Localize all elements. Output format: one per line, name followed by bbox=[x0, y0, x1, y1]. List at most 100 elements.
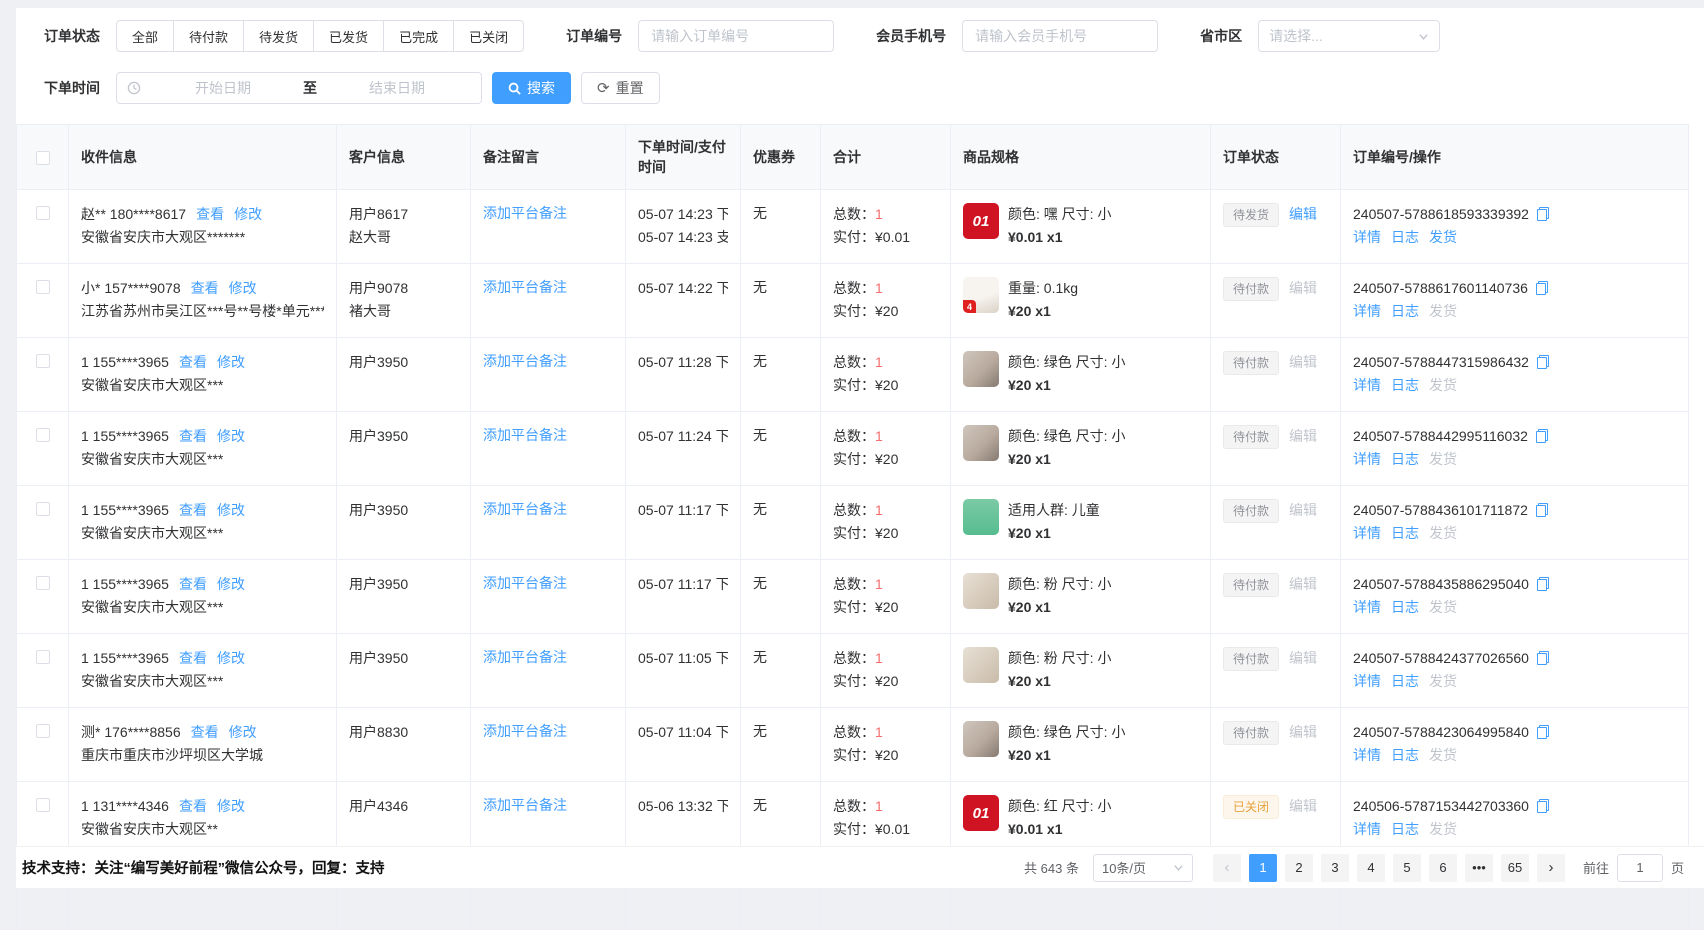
edit-order-link[interactable]: 编辑 bbox=[1289, 798, 1317, 814]
modify-address-link[interactable]: 修改 bbox=[229, 724, 257, 740]
modify-address-link[interactable]: 修改 bbox=[217, 428, 245, 444]
add-platform-note-link[interactable]: 添加平台备注 bbox=[483, 797, 567, 813]
view-address-link[interactable]: 查看 bbox=[179, 354, 207, 370]
page-button-last[interactable]: 65 bbox=[1501, 854, 1529, 882]
view-address-link[interactable]: 查看 bbox=[179, 798, 207, 814]
view-address-link[interactable]: 查看 bbox=[179, 502, 207, 518]
order-no-input[interactable] bbox=[638, 20, 834, 52]
copy-icon[interactable] bbox=[1536, 429, 1548, 443]
row-checkbox[interactable] bbox=[36, 206, 50, 220]
view-address-link[interactable]: 查看 bbox=[179, 576, 207, 592]
copy-icon[interactable] bbox=[1537, 651, 1549, 665]
copy-icon[interactable] bbox=[1536, 503, 1548, 517]
goto-page-input[interactable] bbox=[1617, 854, 1663, 882]
reset-button[interactable]: ⟳ 重置 bbox=[581, 72, 660, 104]
copy-icon[interactable] bbox=[1537, 799, 1549, 813]
ship-link[interactable]: 发货 bbox=[1429, 451, 1457, 467]
search-button[interactable]: 搜索 bbox=[492, 72, 571, 104]
modify-address-link[interactable]: 修改 bbox=[217, 576, 245, 592]
copy-icon[interactable] bbox=[1537, 355, 1549, 369]
region-select[interactable]: 请选择... bbox=[1258, 20, 1440, 52]
view-address-link[interactable]: 查看 bbox=[179, 428, 207, 444]
page-size-select[interactable]: 10条/页 bbox=[1093, 854, 1193, 882]
row-checkbox[interactable] bbox=[36, 576, 50, 590]
add-platform-note-link[interactable]: 添加平台备注 bbox=[483, 205, 567, 221]
log-link[interactable]: 日志 bbox=[1391, 747, 1419, 763]
modify-address-link[interactable]: 修改 bbox=[229, 280, 257, 296]
ship-link[interactable]: 发货 bbox=[1429, 229, 1457, 245]
page-button-4[interactable]: 4 bbox=[1357, 854, 1385, 882]
detail-link[interactable]: 详情 bbox=[1353, 821, 1381, 837]
ship-link[interactable]: 发货 bbox=[1429, 377, 1457, 393]
log-link[interactable]: 日志 bbox=[1391, 451, 1419, 467]
detail-link[interactable]: 详情 bbox=[1353, 525, 1381, 541]
copy-icon[interactable] bbox=[1537, 207, 1549, 221]
add-platform-note-link[interactable]: 添加平台备注 bbox=[483, 427, 567, 443]
ship-link[interactable]: 发货 bbox=[1429, 303, 1457, 319]
log-link[interactable]: 日志 bbox=[1391, 673, 1419, 689]
log-link[interactable]: 日志 bbox=[1391, 229, 1419, 245]
add-platform-note-link[interactable]: 添加平台备注 bbox=[483, 649, 567, 665]
view-address-link[interactable]: 查看 bbox=[179, 650, 207, 666]
modify-address-link[interactable]: 修改 bbox=[217, 798, 245, 814]
detail-link[interactable]: 详情 bbox=[1353, 599, 1381, 615]
view-address-link[interactable]: 查看 bbox=[191, 280, 219, 296]
member-phone-input[interactable] bbox=[962, 20, 1158, 52]
row-checkbox[interactable] bbox=[36, 428, 50, 442]
add-platform-note-link[interactable]: 添加平台备注 bbox=[483, 575, 567, 591]
page-button-1[interactable]: 1 bbox=[1249, 854, 1277, 882]
add-platform-note-link[interactable]: 添加平台备注 bbox=[483, 723, 567, 739]
modify-address-link[interactable]: 修改 bbox=[217, 650, 245, 666]
page-button-6[interactable]: 6 bbox=[1429, 854, 1457, 882]
ship-link[interactable]: 发货 bbox=[1429, 673, 1457, 689]
row-checkbox[interactable] bbox=[36, 724, 50, 738]
row-checkbox[interactable] bbox=[36, 502, 50, 516]
modify-address-link[interactable]: 修改 bbox=[217, 502, 245, 518]
log-link[interactable]: 日志 bbox=[1391, 821, 1419, 837]
edit-order-link[interactable]: 编辑 bbox=[1289, 280, 1317, 296]
page-button-2[interactable]: 2 bbox=[1285, 854, 1313, 882]
edit-order-link[interactable]: 编辑 bbox=[1289, 724, 1317, 740]
log-link[interactable]: 日志 bbox=[1391, 377, 1419, 393]
detail-link[interactable]: 详情 bbox=[1353, 303, 1381, 319]
copy-icon[interactable] bbox=[1536, 281, 1548, 295]
status-tab-closed[interactable]: 已关闭 bbox=[454, 20, 524, 52]
select-all-checkbox[interactable] bbox=[36, 151, 50, 165]
detail-link[interactable]: 详情 bbox=[1353, 451, 1381, 467]
ship-link[interactable]: 发货 bbox=[1429, 599, 1457, 615]
date-range-picker[interactable]: 开始日期 至 结束日期 bbox=[116, 72, 482, 104]
log-link[interactable]: 日志 bbox=[1391, 303, 1419, 319]
status-tab-shipped[interactable]: 已发货 bbox=[314, 20, 384, 52]
row-checkbox[interactable] bbox=[36, 798, 50, 812]
add-platform-note-link[interactable]: 添加平台备注 bbox=[483, 279, 567, 295]
edit-order-link[interactable]: 编辑 bbox=[1289, 576, 1317, 592]
status-tab-all[interactable]: 全部 bbox=[116, 20, 174, 52]
row-checkbox[interactable] bbox=[36, 280, 50, 294]
more-pages-button[interactable]: ••• bbox=[1465, 854, 1493, 882]
next-page-button[interactable]: › bbox=[1537, 854, 1565, 882]
detail-link[interactable]: 详情 bbox=[1353, 377, 1381, 393]
detail-link[interactable]: 详情 bbox=[1353, 673, 1381, 689]
status-tab-pending-shipment[interactable]: 待发货 bbox=[244, 20, 314, 52]
status-tab-completed[interactable]: 已完成 bbox=[384, 20, 454, 52]
edit-order-link[interactable]: 编辑 bbox=[1289, 354, 1317, 370]
ship-link[interactable]: 发货 bbox=[1429, 747, 1457, 763]
edit-order-link[interactable]: 编辑 bbox=[1289, 428, 1317, 444]
ship-link[interactable]: 发货 bbox=[1429, 525, 1457, 541]
log-link[interactable]: 日志 bbox=[1391, 599, 1419, 615]
copy-icon[interactable] bbox=[1537, 577, 1549, 591]
detail-link[interactable]: 详情 bbox=[1353, 229, 1381, 245]
copy-icon[interactable] bbox=[1537, 725, 1549, 739]
modify-address-link[interactable]: 修改 bbox=[234, 206, 262, 222]
modify-address-link[interactable]: 修改 bbox=[217, 354, 245, 370]
edit-order-link[interactable]: 编辑 bbox=[1289, 502, 1317, 518]
row-checkbox[interactable] bbox=[36, 650, 50, 664]
ship-link[interactable]: 发货 bbox=[1429, 821, 1457, 837]
row-checkbox[interactable] bbox=[36, 354, 50, 368]
page-button-3[interactable]: 3 bbox=[1321, 854, 1349, 882]
add-platform-note-link[interactable]: 添加平台备注 bbox=[483, 353, 567, 369]
edit-order-link[interactable]: 编辑 bbox=[1289, 206, 1317, 222]
status-tab-pending-payment[interactable]: 待付款 bbox=[174, 20, 244, 52]
add-platform-note-link[interactable]: 添加平台备注 bbox=[483, 501, 567, 517]
log-link[interactable]: 日志 bbox=[1391, 525, 1419, 541]
